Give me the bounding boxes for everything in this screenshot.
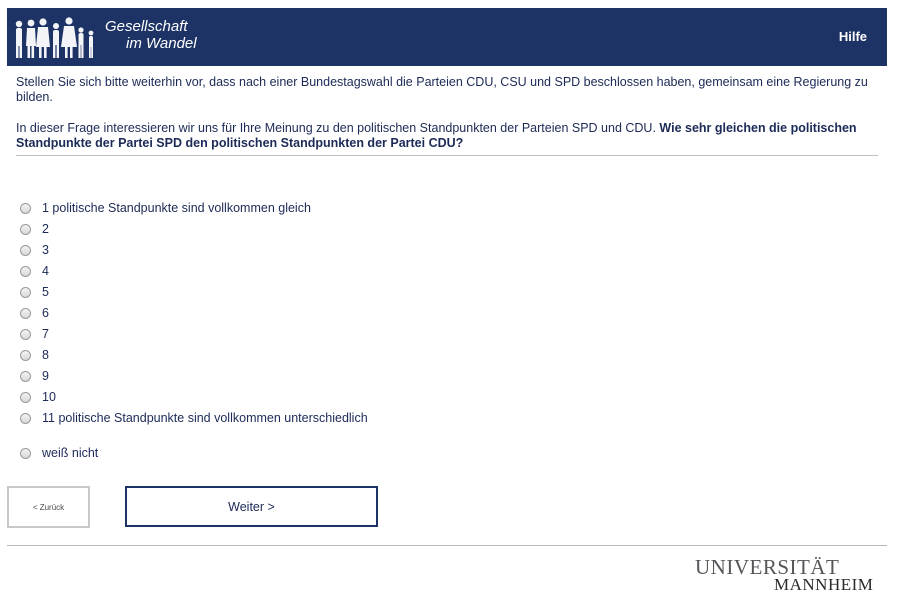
radio-button[interactable]: [20, 328, 31, 340]
option-label: 11 politische Standpunkte sind vollkomme…: [42, 411, 368, 425]
question-plain: In dieser Frage interessieren wir uns fü…: [16, 121, 660, 135]
option-2[interactable]: 2: [20, 220, 49, 238]
radio-button[interactable]: [20, 391, 31, 403]
radio-button[interactable]: [20, 265, 31, 277]
radio-button[interactable]: [20, 349, 31, 361]
option-label: weiß nicht: [42, 446, 99, 460]
option-9[interactable]: 9: [20, 367, 49, 385]
logo-text: Gesellschaft im Wandel: [105, 18, 197, 52]
logo-line-1: Gesellschaft: [105, 18, 188, 35]
back-button[interactable]: < Zurück: [7, 486, 90, 528]
option-8[interactable]: 8: [20, 346, 49, 364]
option-label: 7: [42, 327, 49, 341]
option-label: 5: [42, 285, 49, 299]
question-text: In dieser Frage interessieren wir uns fü…: [16, 121, 876, 151]
logo-line-2: im Wandel: [126, 35, 197, 52]
radio-button[interactable]: [20, 286, 31, 298]
option-11[interactable]: 11 politische Standpunkte sind vollkomme…: [20, 409, 368, 427]
radio-button[interactable]: [20, 370, 31, 382]
radio-button[interactable]: [20, 447, 31, 459]
option-5[interactable]: 5: [20, 283, 49, 301]
university-logo: UNIVERSITÄT MANNHEIM: [695, 555, 874, 594]
option-label: 8: [42, 348, 49, 362]
option-3[interactable]: 3: [20, 241, 49, 259]
option-label: 6: [42, 306, 49, 320]
option-label: 10: [42, 390, 56, 404]
option-6[interactable]: 6: [20, 304, 49, 322]
university-logo-line-2: MANNHEIM: [774, 575, 874, 594]
option-1[interactable]: 1 politische Standpunkte sind vollkommen…: [20, 199, 311, 217]
option-10[interactable]: 10: [20, 388, 56, 406]
next-button[interactable]: Weiter >: [125, 486, 378, 527]
intro-text: Stellen Sie sich bitte weiterhin vor, da…: [16, 75, 868, 104]
logo: Gesellschaft im Wandel: [7, 8, 217, 66]
option-label: 1 politische Standpunkte sind vollkommen…: [42, 201, 311, 215]
university-logo-line-1: UNIVERSITÄT: [695, 555, 840, 579]
option-dont-know[interactable]: weiß nicht: [20, 444, 98, 462]
option-4[interactable]: 4: [20, 262, 49, 280]
option-7[interactable]: 7: [20, 325, 49, 343]
option-label: 9: [42, 369, 49, 383]
option-label: 2: [42, 222, 49, 236]
option-label: 3: [42, 243, 49, 257]
radio-button[interactable]: [20, 307, 31, 319]
option-label: 4: [42, 264, 49, 278]
radio-button[interactable]: [20, 412, 31, 424]
people-silhouettes-icon: [15, 17, 94, 58]
radio-button[interactable]: [20, 223, 31, 235]
radio-button[interactable]: [20, 202, 31, 214]
divider: [16, 155, 878, 156]
radio-button[interactable]: [20, 244, 31, 256]
help-link[interactable]: Hilfe: [839, 29, 867, 44]
site-header: Gesellschaft im Wandel Hilfe: [7, 8, 887, 66]
footer-divider: [7, 545, 887, 546]
